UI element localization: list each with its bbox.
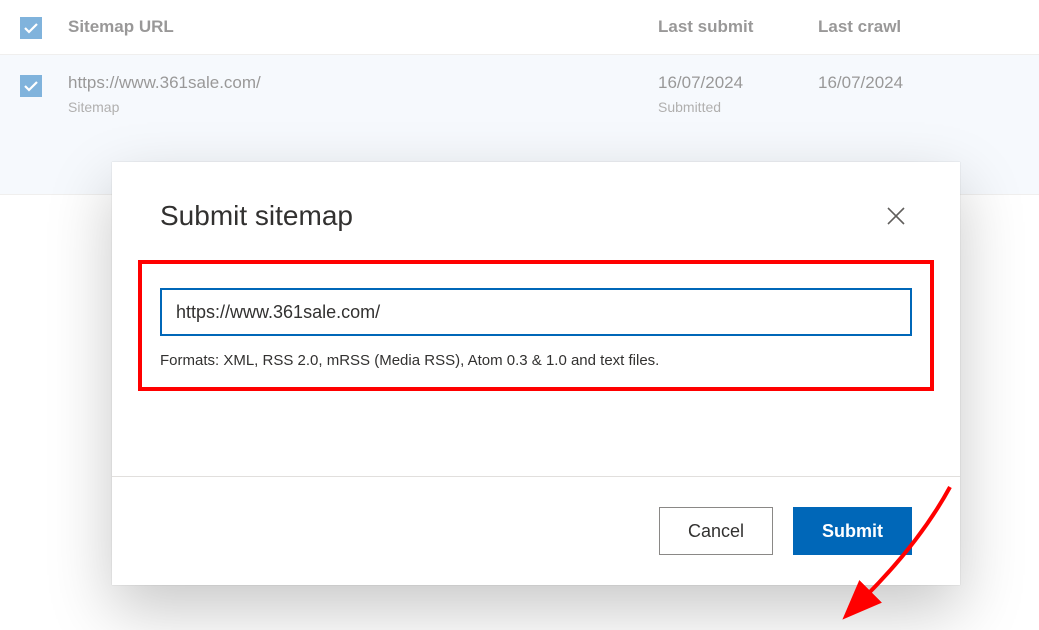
sitemap-url-input[interactable] xyxy=(160,288,912,336)
close-button[interactable] xyxy=(880,200,912,232)
dialog-footer: Cancel Submit xyxy=(112,476,960,585)
select-all-checkbox[interactable] xyxy=(20,17,42,39)
formats-hint: Formats: XML, RSS 2.0, mRSS (Media RSS),… xyxy=(160,352,912,369)
cancel-button[interactable]: Cancel xyxy=(659,507,773,555)
dialog-header: Submit sitemap xyxy=(112,162,960,232)
dialog-body: Formats: XML, RSS 2.0, mRSS (Media RSS),… xyxy=(112,232,960,476)
submit-sitemap-dialog: Submit sitemap Formats: XML, RSS 2.0, mR… xyxy=(112,162,960,585)
submit-button[interactable]: Submit xyxy=(793,507,912,555)
annotation-highlight: Formats: XML, RSS 2.0, mRSS (Media RSS),… xyxy=(138,260,934,391)
col-header-url[interactable]: Sitemap URL xyxy=(68,17,658,37)
row-crawl-date: 16/07/2024 xyxy=(818,73,1019,93)
dialog-title: Submit sitemap xyxy=(160,200,353,232)
table-header-row: Sitemap URL Last submit Last crawl xyxy=(0,0,1039,55)
col-header-crawl[interactable]: Last crawl xyxy=(818,17,1019,37)
close-icon xyxy=(887,207,905,225)
row-submit-date: 16/07/2024 xyxy=(658,73,818,93)
row-url: https://www.361sale.com/ xyxy=(68,73,658,93)
row-type: Sitemap xyxy=(68,99,658,115)
row-submit-status: Submitted xyxy=(658,99,818,115)
row-checkbox[interactable] xyxy=(20,75,42,97)
col-header-submit[interactable]: Last submit xyxy=(658,17,818,37)
